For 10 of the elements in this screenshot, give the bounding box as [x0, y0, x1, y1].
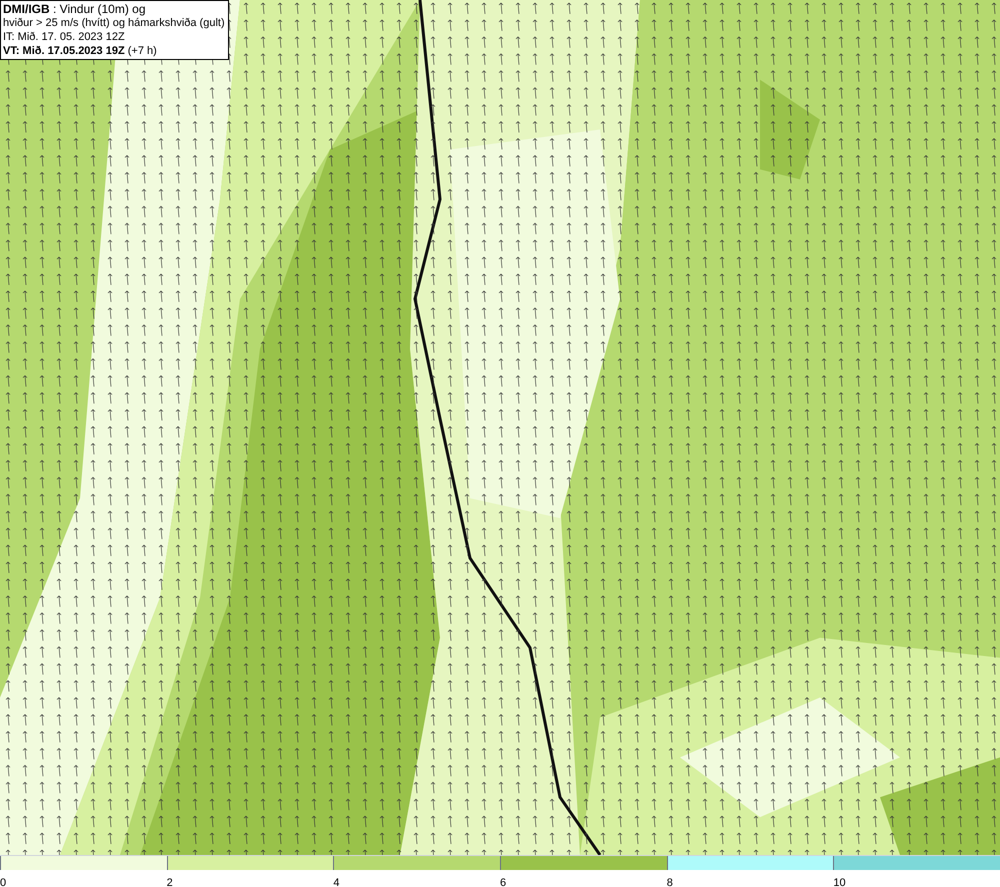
- legend-label: 0: [0, 877, 6, 887]
- title-line: VT: Mið. 17.05.2023 19Z (+7 h): [3, 44, 158, 58]
- title-line: IT: Mið. 17. 05. 2023 12Z: [3, 30, 126, 44]
- legend-label: 6: [500, 877, 506, 887]
- title-line: DMI/IGB : Vindur (10m) og: [3, 2, 146, 16]
- legend-label: 8: [666, 877, 673, 887]
- legend-label: 2: [166, 877, 173, 887]
- legend-label: 4: [333, 877, 340, 887]
- title-line: hviður > 25 m/s (hvítt) og hámarkshviða (gult): [3, 16, 226, 30]
- legend-label: 10: [833, 877, 846, 887]
